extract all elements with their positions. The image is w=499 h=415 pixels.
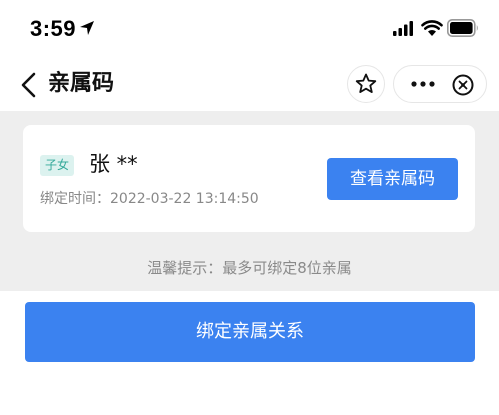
status-time: 3:59	[30, 16, 77, 41]
bind-time: 绑定时间：2022-03-22 13:14:50	[40, 191, 259, 207]
tip-text: 温馨提示：最多可绑定8位亲属	[147, 259, 352, 277]
page-title: 亲属码	[48, 71, 115, 96]
status-bar: 3:59	[0, 0, 499, 58]
back-icon[interactable]	[18, 71, 40, 99]
star-icon	[355, 73, 377, 93]
bind-relative-button[interactable]: 绑定亲属关系	[25, 302, 475, 362]
view-relative-code-button[interactable]: 查看亲属码	[327, 158, 458, 200]
relative-list-section: 子女 张 ** 绑定时间：2022-03-22 13:14:50 查看亲属码 温…	[0, 111, 499, 291]
battery-icon	[447, 19, 478, 37]
favorite-button[interactable]	[347, 65, 385, 103]
close-icon[interactable]	[451, 73, 475, 97]
relation-tag: 子女	[40, 155, 75, 176]
location-arrow-icon	[80, 21, 94, 35]
signal-icon	[393, 21, 413, 36]
mini-program-capsule	[393, 65, 487, 103]
more-icon[interactable]	[408, 76, 438, 92]
relative-card: 子女 张 ** 绑定时间：2022-03-22 13:14:50 查看亲属码	[23, 125, 475, 232]
relative-name: 张 **	[89, 152, 138, 176]
wifi-icon	[421, 20, 443, 36]
nav-bar: 亲属码	[0, 58, 499, 111]
